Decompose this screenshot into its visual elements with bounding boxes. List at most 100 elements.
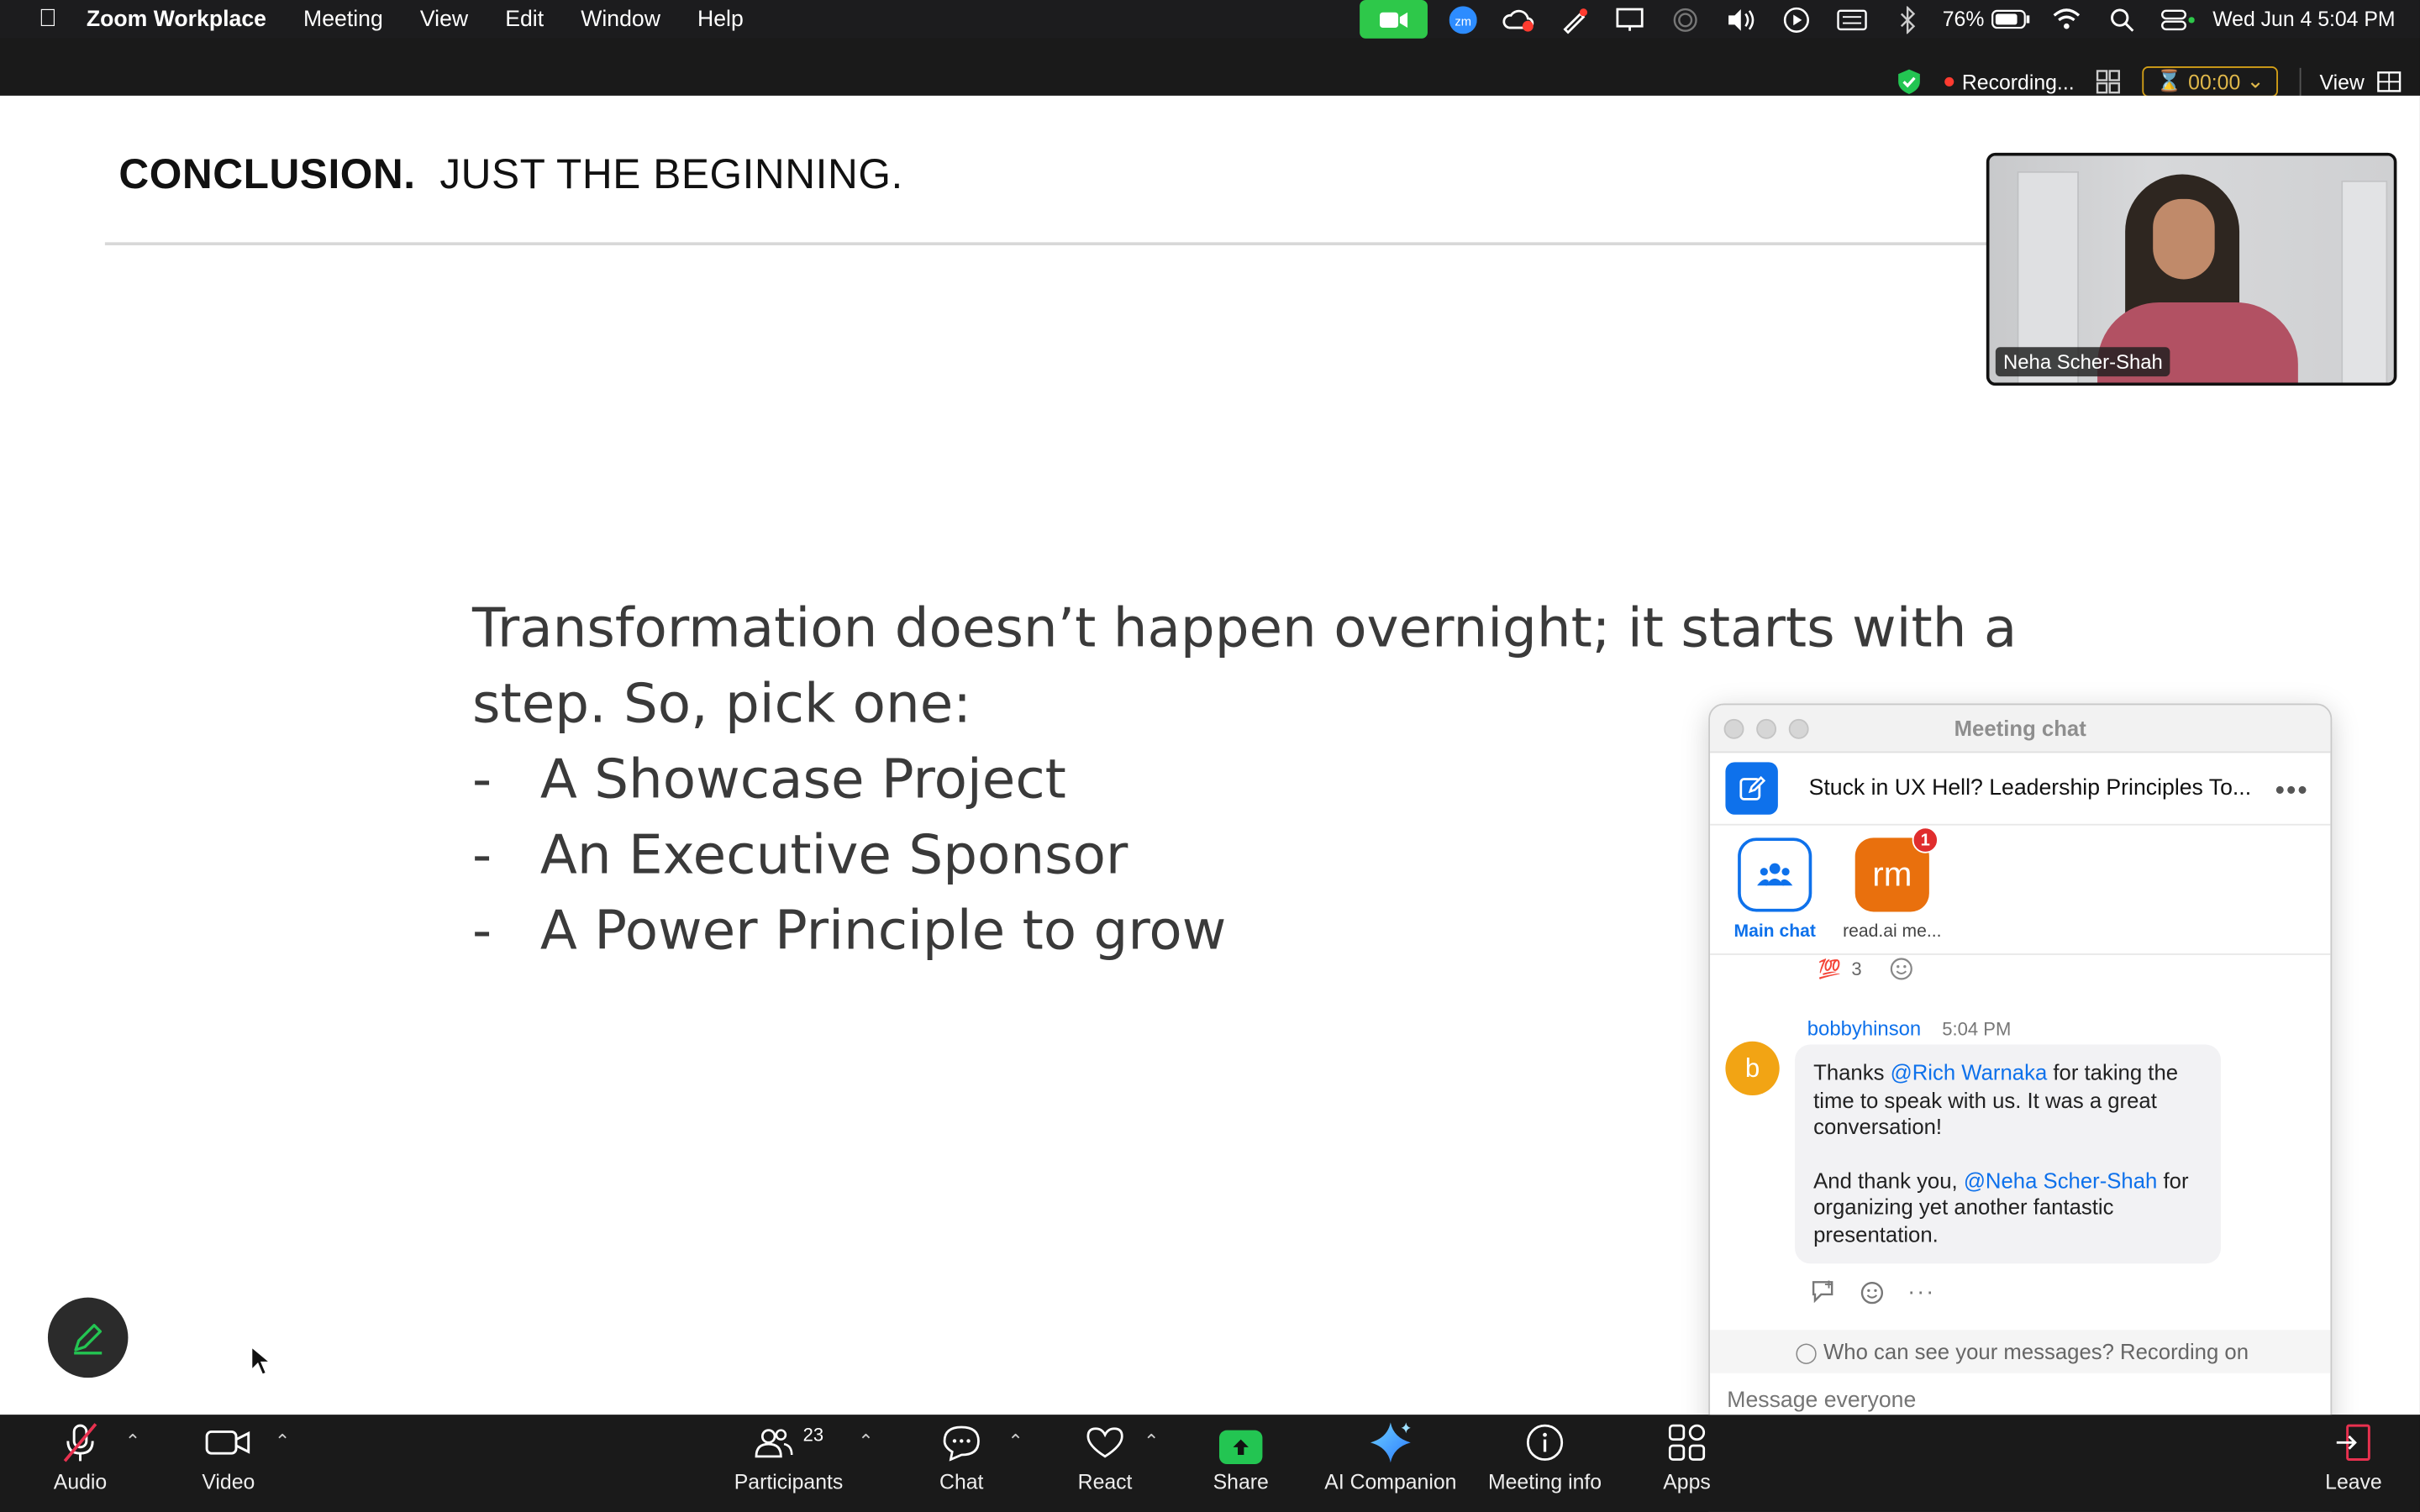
more-actions-icon[interactable]: ···: [1907, 1279, 1935, 1305]
ai-companion-button[interactable]: AI Companion: [1321, 1415, 1460, 1512]
participants-icon: [755, 1429, 794, 1458]
zoom-app-icon[interactable]: zm: [1443, 0, 1483, 39]
minimize-window-button[interactable]: [1756, 718, 1777, 739]
encryption-shield-icon[interactable]: [1896, 68, 1923, 96]
pen-cursor-icon[interactable]: [1554, 0, 1594, 39]
volume-icon[interactable]: [1720, 0, 1760, 39]
share-label: Share: [1213, 1470, 1269, 1494]
recording-dot-icon: [1944, 76, 1954, 87]
mouse-cursor-icon: [250, 1345, 272, 1376]
airdrop-icon[interactable]: [1665, 0, 1705, 39]
react-button[interactable]: React: [1066, 1415, 1144, 1512]
slide-title: CONCLUSION. JUST THE BEGINNING.: [118, 151, 902, 199]
menu-edit[interactable]: Edit: [505, 7, 544, 31]
meeting-info-button[interactable]: Meeting info: [1481, 1415, 1608, 1512]
meeting-status-area: Recording... ⌛ 00:00 ⌄ View: [1896, 63, 2402, 100]
message-sender[interactable]: bobbyhinson: [1807, 1016, 1921, 1040]
annotate-button[interactable]: [47, 1297, 129, 1378]
slide-title-rest: JUST THE BEGINNING.: [439, 150, 903, 198]
participant-face: [2153, 198, 2215, 280]
leave-door-icon: [2336, 1424, 2370, 1461]
hourglass-icon: ⌛: [2155, 69, 2182, 93]
privacy-notice[interactable]: ◯ Who can see your messages? Recording o…: [1710, 1330, 2331, 1373]
video-door: [2341, 180, 2388, 383]
leave-button[interactable]: Leave: [2315, 1415, 2392, 1512]
mention-neha-scher-shah[interactable]: @Neha Scher-Shah: [1964, 1167, 2158, 1191]
participant-video-tile[interactable]: Neha Scher-Shah: [1986, 152, 2397, 386]
message-paragraph-1: Thanks @Rich Warnaka for taking the time…: [1813, 1059, 2179, 1139]
react-label: React: [1077, 1470, 1133, 1494]
reaction-row: 💯 3: [1818, 957, 1914, 981]
window-controls: [1723, 718, 1809, 739]
more-options-button[interactable]: •••: [2275, 774, 2308, 807]
view-button-label[interactable]: View: [2320, 71, 2365, 94]
compose-button[interactable]: [1725, 762, 1778, 815]
participants-button[interactable]: 23 Participants: [725, 1415, 852, 1512]
chat-options-caret[interactable]: ⌃: [1007, 1431, 1023, 1452]
tab-main-chat[interactable]: Main chat: [1730, 837, 1820, 941]
zoom-camera-status-icon[interactable]: [1359, 0, 1428, 39]
tab-readai[interactable]: rm 1 read.ai me...: [1843, 827, 1942, 942]
recording-label[interactable]: Recording...: [1962, 71, 2075, 94]
compose-icon: [1739, 775, 1766, 801]
spotlight-search-icon[interactable]: [2102, 0, 2142, 39]
bluetooth-icon[interactable]: [1887, 0, 1928, 39]
share-screen-icon: [1218, 1430, 1263, 1465]
close-window-button[interactable]: [1723, 718, 1744, 739]
group-icon: [1757, 863, 1793, 886]
view-layout-icon[interactable]: [2377, 71, 2402, 92]
chat-titlebar[interactable]: Meeting chat: [1710, 705, 2331, 753]
timer-value: 00:00: [2188, 70, 2241, 94]
participants-label: Participants: [734, 1470, 844, 1494]
video-button[interactable]: Video: [182, 1415, 275, 1512]
chat-message-list[interactable]: 💯 3 b bobbyhinson 5:04 PM Thanks @Rich W…: [1710, 957, 2330, 1327]
unread-badge: 1: [1912, 827, 1939, 853]
maximize-window-button[interactable]: [1788, 718, 1809, 739]
apps-icon: [1668, 1424, 1706, 1461]
video-camera-icon: [205, 1430, 250, 1455]
menubar-datetime[interactable]: Wed Jun 4 5:04 PM: [2212, 8, 2395, 31]
message-paragraph-2: And thank you, @Neha Scher-Shah for orga…: [1813, 1167, 2189, 1247]
meeting-timer[interactable]: ⌛ 00:00 ⌄: [2142, 66, 2278, 97]
audio-button[interactable]: Audio: [34, 1415, 126, 1512]
gallery-grid-icon[interactable]: [2096, 70, 2121, 94]
message-bubble[interactable]: Thanks @Rich Warnaka for taking the time…: [1795, 1044, 2222, 1264]
audio-options-caret[interactable]: ⌃: [125, 1431, 140, 1452]
apps-button[interactable]: Apps: [1653, 1415, 1721, 1512]
play-icon[interactable]: [1776, 0, 1816, 39]
video-options-caret[interactable]: ⌃: [275, 1431, 290, 1452]
reply-icon[interactable]: [1810, 1279, 1838, 1304]
share-button[interactable]: Share: [1202, 1415, 1280, 1512]
privacy-text: Who can see your messages? Recording on: [1823, 1339, 2249, 1364]
meeting-name[interactable]: Stuck in UX Hell? Leadership Principles …: [1809, 776, 2252, 801]
wifi-icon[interactable]: [2046, 0, 2086, 39]
cloud-sync-icon[interactable]: [1498, 0, 1539, 39]
readai-avatar: rm 1: [1854, 827, 1939, 912]
participants-options-caret[interactable]: ⌃: [858, 1431, 873, 1452]
chevron-down-icon: ⌄: [2246, 69, 2265, 93]
message-input[interactable]: [1727, 1389, 2314, 1414]
menu-help[interactable]: Help: [697, 7, 744, 31]
chat-button[interactable]: Chat: [923, 1415, 1000, 1512]
chat-bubble-icon: [943, 1425, 980, 1462]
mention-rich-warnaka[interactable]: @Rich Warnaka: [1891, 1060, 2048, 1084]
add-reaction-icon[interactable]: [1890, 957, 1914, 981]
hundred-reaction[interactable]: 💯 3: [1818, 958, 1862, 980]
control-center-icon[interactable]: [2157, 0, 2197, 39]
tab-readai-label: read.ai me...: [1843, 922, 1942, 942]
macos-menubar:  Zoom Workplace Meeting View Edit Windo…: [0, 0, 2420, 39]
pencil-icon: [74, 1324, 103, 1355]
readai-initials: rm: [1872, 854, 1912, 894]
menu-app-name[interactable]: Zoom Workplace: [87, 7, 266, 31]
keyboard-icon[interactable]: [1832, 0, 1872, 39]
display-icon[interactable]: [1609, 0, 1649, 39]
battery-icon[interactable]: [1991, 0, 2031, 39]
emoji-reaction-icon[interactable]: [1860, 1279, 1886, 1305]
apple-icon[interactable]: : [31, 5, 65, 33]
menu-meeting[interactable]: Meeting: [303, 7, 383, 31]
avatar[interactable]: b: [1725, 1041, 1780, 1096]
person-lock-icon: ◯: [1795, 1341, 1818, 1364]
react-options-caret[interactable]: ⌃: [1144, 1431, 1159, 1452]
menu-view[interactable]: View: [420, 7, 468, 31]
menu-window[interactable]: Window: [581, 7, 660, 31]
